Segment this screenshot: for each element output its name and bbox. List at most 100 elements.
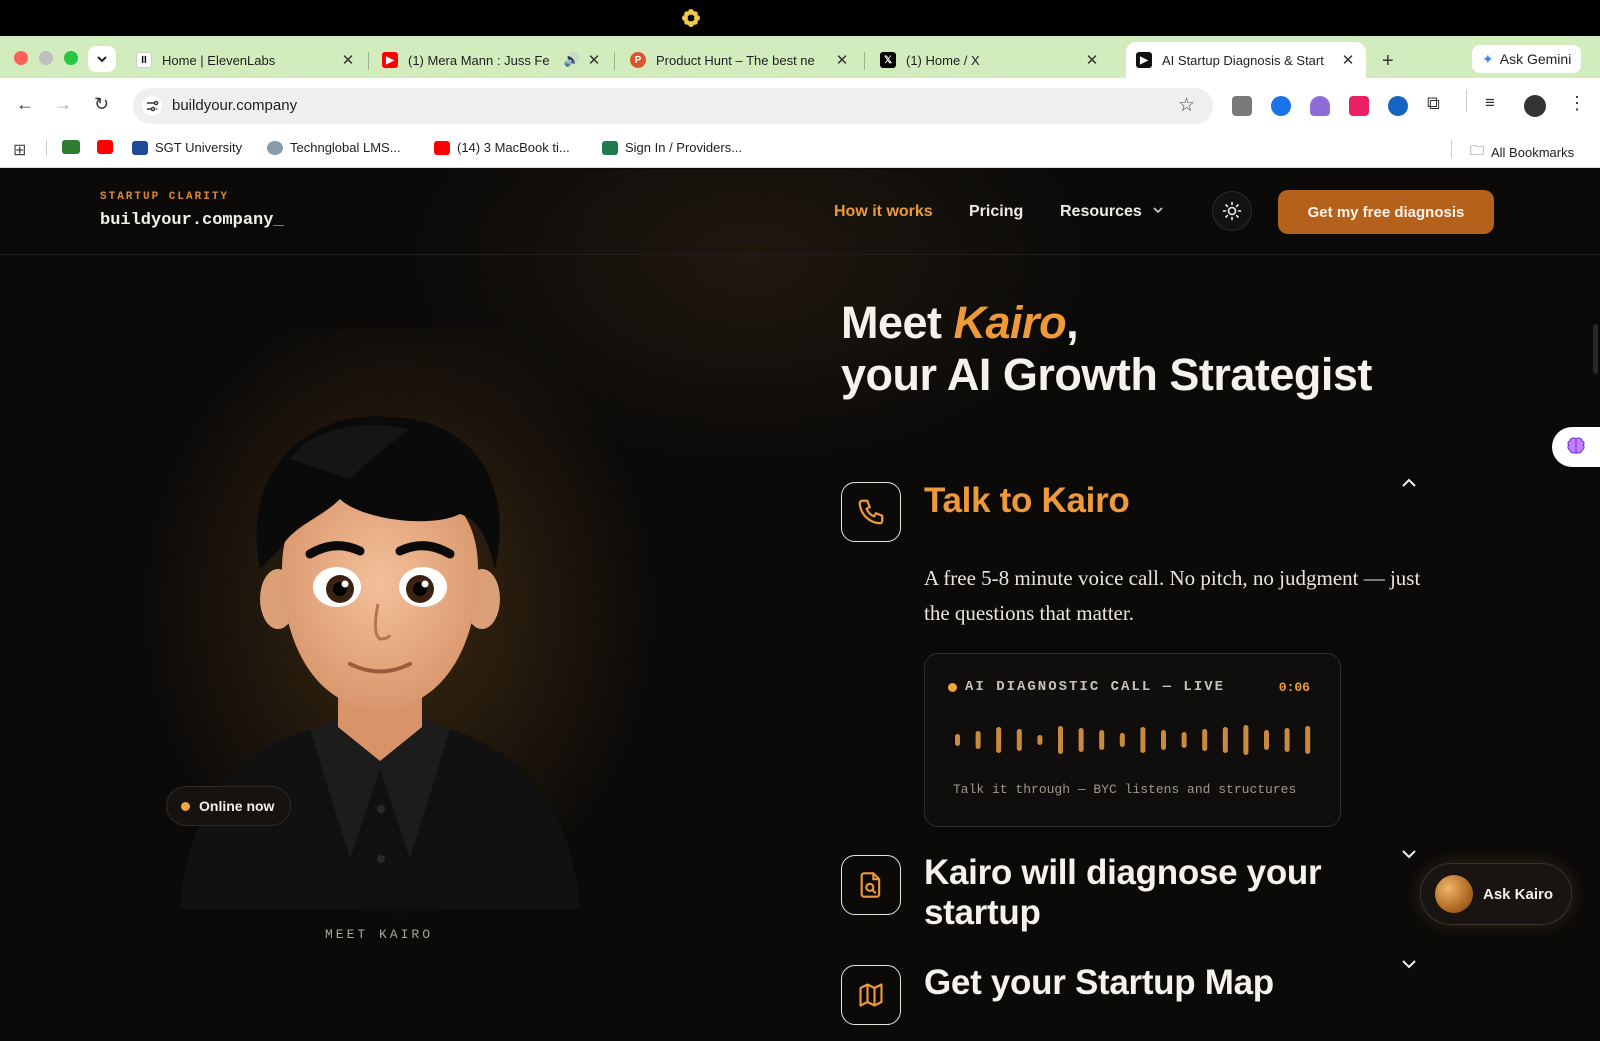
close-tab-icon[interactable]: ✕ [340, 51, 356, 69]
bookmark-techngloba​l[interactable]: Techngloba​l LMS... [267, 140, 401, 155]
extension-icon[interactable] [1310, 96, 1330, 116]
reload-icon[interactable]: ↻ [94, 94, 109, 115]
menu-kebab-icon[interactable]: ⋮ [1568, 93, 1586, 114]
waveform-bar [1037, 735, 1043, 745]
bookmark-w[interactable] [62, 140, 87, 154]
waveform-bar [1016, 729, 1022, 751]
ask-kairo-button[interactable]: Ask Kairo [1420, 863, 1572, 925]
theme-toggle-button[interactable] [1212, 191, 1252, 231]
media-control-icon[interactable]: ≡ [1485, 93, 1495, 113]
kairo-orb-icon [1435, 875, 1473, 913]
browser-tabstrip: II Home | ElevenLabs ✕ ▶ (1) Mera Mann :… [0, 36, 1600, 78]
phone-icon [858, 499, 884, 525]
elevenlabs-icon: II [136, 52, 152, 68]
get-free-diagnosis-button[interactable]: Get my free diagnosis [1278, 190, 1494, 234]
folder-icon: 🗀 [1470, 142, 1484, 158]
puzzle-icon[interactable]: ⧉ [1427, 93, 1440, 114]
new-tab-button[interactable]: + [1382, 50, 1394, 73]
brain-icon [1567, 437, 1585, 454]
sgt-icon [132, 140, 148, 155]
youtube-icon [97, 140, 113, 154]
scrollbar-thumb[interactable] [1593, 324, 1598, 374]
extension-icon[interactable] [1388, 96, 1408, 116]
producthunt-icon: P [630, 52, 646, 68]
call-label: AI DIAGNOSTIC CALL — LIVE [948, 679, 1225, 695]
audio-waveform [955, 725, 1311, 755]
bolt-icon [602, 140, 618, 155]
youtube-icon [434, 140, 450, 155]
gemini-icon: ✦ [1482, 50, 1494, 67]
map-icon-box [841, 965, 901, 1025]
back-icon[interactable]: ← [16, 94, 34, 115]
brand-logo[interactable]: buildyour.company_ [100, 211, 284, 230]
bookmark-sign-in[interactable]: Sign In / Providers... [602, 140, 742, 155]
maximize-window-button[interactable] [64, 51, 78, 65]
brain-extension-tab[interactable] [1552, 427, 1600, 467]
step-startup-map[interactable]: Get your Startup Map [924, 963, 1274, 1003]
step-talk-to-kairo[interactable]: Talk to Kairo [924, 481, 1130, 521]
tab-producthunt[interactable]: P Product Hunt – The best ne ✕ [620, 42, 860, 78]
status-dot [181, 801, 190, 811]
waveform-bar [1181, 732, 1187, 748]
chevron-down-icon [97, 56, 107, 63]
live-dot [948, 682, 957, 692]
site-icon: ▶ [1136, 52, 1152, 68]
close-tab-icon[interactable]: ✕ [586, 51, 602, 69]
nav-resources[interactable]: Resources [1060, 203, 1164, 221]
close-tab-icon[interactable]: ✕ [834, 51, 850, 69]
avatar-caption: MEET KAIRO [325, 927, 434, 942]
site-header: STARTUP CLARITY buildyour.company_ How i… [0, 169, 1600, 255]
site-settings-icon[interactable] [142, 96, 162, 116]
hero-title: Meet Kairo, your AI Growth Strategist [841, 297, 1372, 400]
tab-search-button[interactable] [88, 46, 116, 72]
tab-active-buildyour[interactable]: ▶ AI Startup Diagnosis & Start ✕ [1126, 42, 1366, 78]
all-bookmarks[interactable]: 🗀 All Bookmarks [1470, 140, 1574, 164]
chevron-up-icon[interactable] [1400, 474, 1418, 492]
url-text[interactable]: buildyour.company [172, 97, 297, 114]
x-icon: 𝕏 [880, 52, 896, 68]
waveform-bar [1078, 728, 1084, 752]
bookmark-youtube[interactable] [97, 140, 120, 154]
chevron-down-icon[interactable] [1400, 955, 1418, 973]
speaker-icon[interactable]: 🔊 [564, 52, 580, 68]
ask-gemini-button[interactable]: ✦ Ask Gemini [1472, 45, 1582, 73]
tab-elevenlabs[interactable]: II Home | ElevenLabs ✕ [126, 42, 366, 78]
waveform-bar [1161, 730, 1166, 750]
bookmark-sgt-university[interactable]: SGT University [132, 140, 242, 155]
tab-youtube[interactable]: ▶ (1) Mera Mann : Juss Fe 🔊 ✕ [372, 42, 612, 78]
globe-icon [267, 140, 283, 155]
profile-avatar[interactable] [1524, 95, 1546, 117]
waveform-bar [1140, 727, 1146, 753]
step-description: A free 5-8 minute voice call. No pitch, … [924, 566, 1421, 625]
waveform-bar [1202, 729, 1208, 751]
nav-pricing[interactable]: Pricing [969, 203, 1023, 221]
apps-grid-icon[interactable]: ⊞ [13, 140, 26, 160]
close-tab-icon[interactable]: ✕ [1084, 51, 1100, 69]
online-status-badge: Online now [166, 786, 292, 826]
waveform-bar [1222, 727, 1228, 753]
chevron-down-icon [1153, 207, 1163, 214]
waveform-bar [1305, 726, 1311, 754]
extension-icon[interactable] [1232, 96, 1252, 116]
waveform-bar [1243, 725, 1249, 755]
kairo-avatar [180, 416, 580, 909]
nav-how-it-works[interactable]: How it works [834, 203, 933, 221]
forward-icon[interactable]: → [54, 94, 72, 115]
extension-icon[interactable] [1349, 96, 1369, 116]
waveform-bar [1284, 728, 1290, 752]
call-footer: Talk it through — BYC listens and struct… [953, 782, 1297, 797]
tab-x[interactable]: 𝕏 (1) Home / X ✕ [870, 42, 1110, 78]
waveform-bar [1099, 730, 1105, 750]
chevron-down-icon[interactable] [1400, 845, 1418, 863]
close-window-button[interactable] [14, 51, 28, 65]
close-tab-icon[interactable]: ✕ [1340, 51, 1356, 69]
waveform-bar [1119, 733, 1125, 747]
os-menu-bar [0, 0, 1600, 36]
extension-icon[interactable] [1271, 96, 1291, 116]
file-search-icon [860, 872, 881, 898]
bookmark-star-icon[interactable]: ☆ [1178, 94, 1195, 117]
bookmark-youtube-macbook[interactable]: (14) 3 MacBook ti... [434, 140, 570, 155]
step-diagnose-startup[interactable]: Kairo will diagnose your startup [924, 853, 1344, 933]
waveform-bar [996, 727, 1002, 753]
minimize-window-button[interactable] [39, 51, 53, 65]
